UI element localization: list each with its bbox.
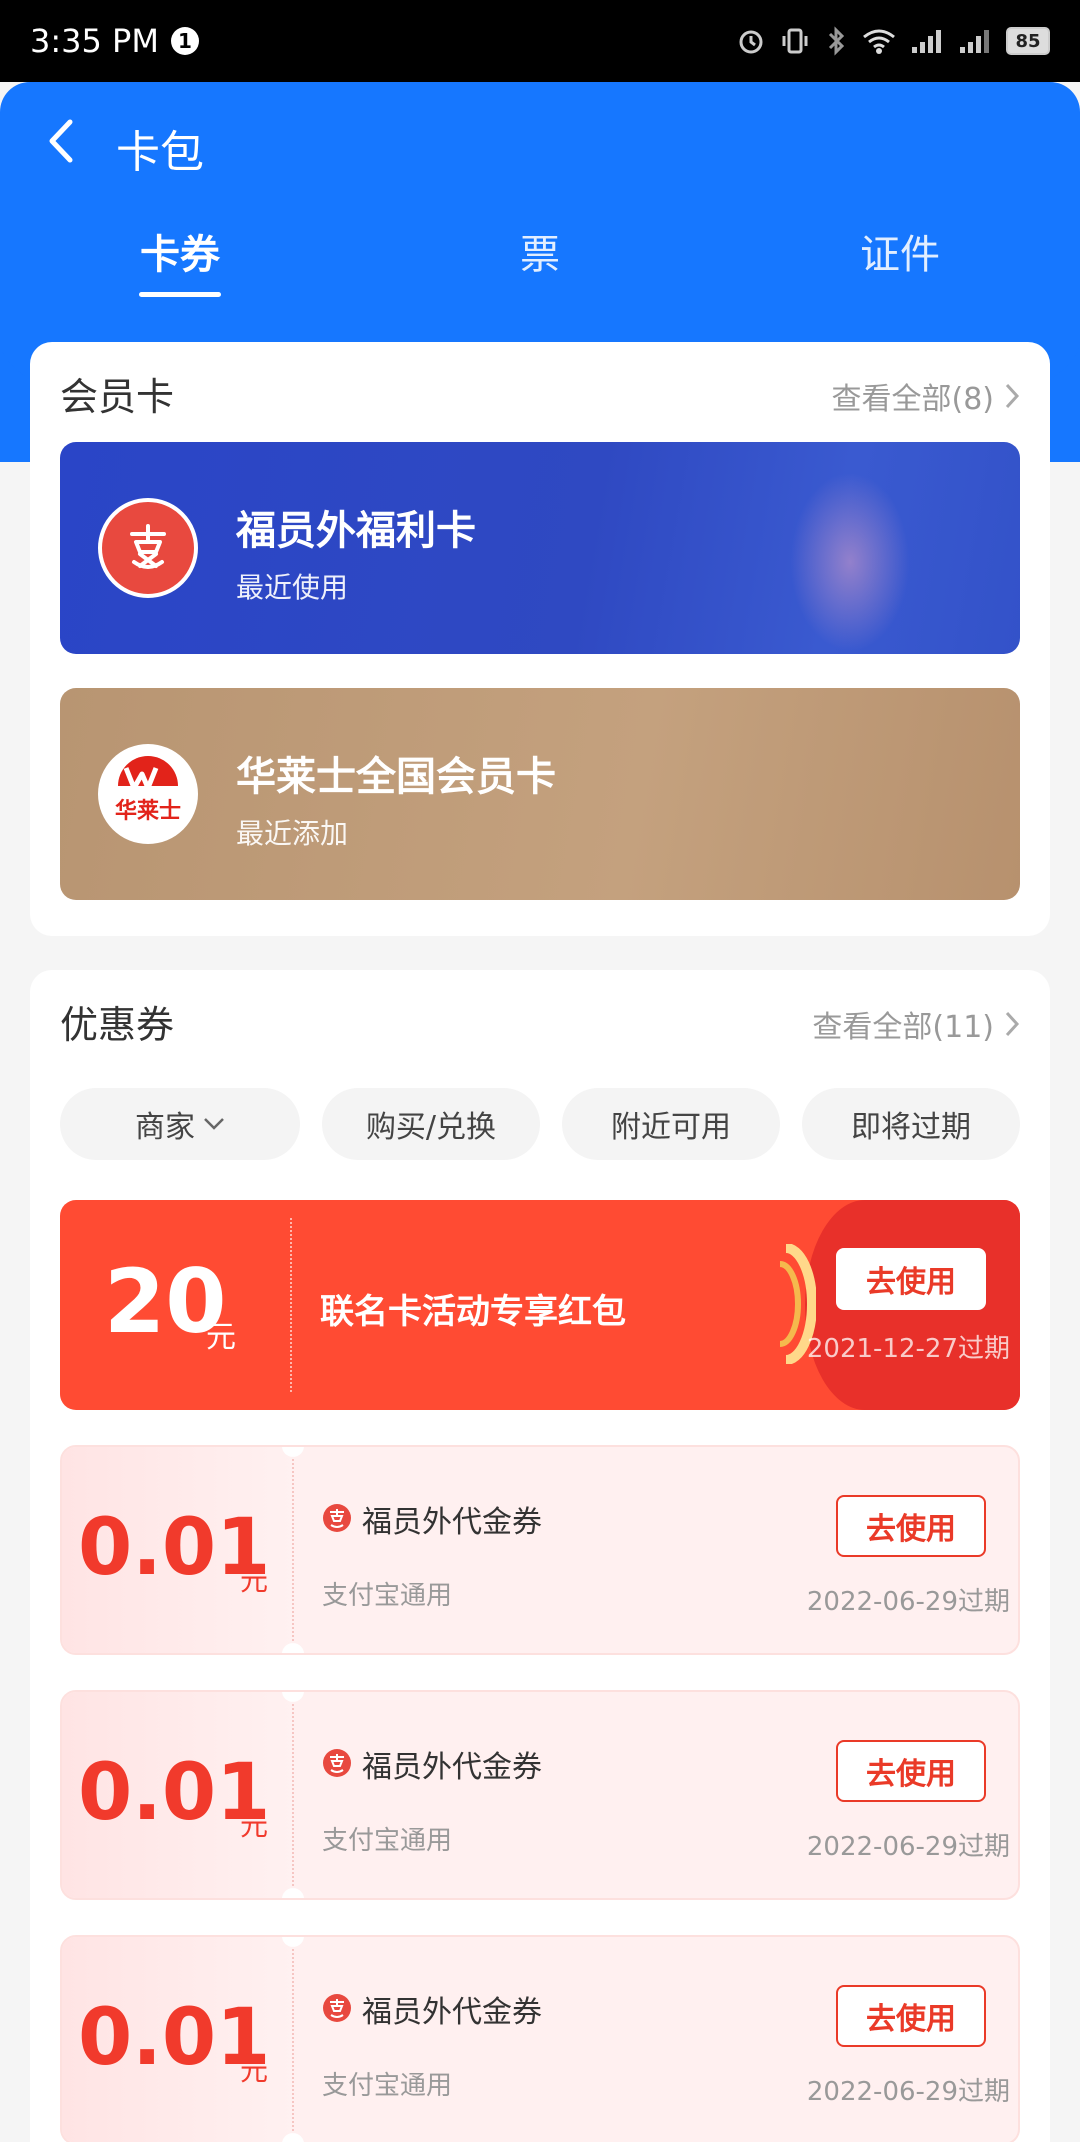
view-all-membership[interactable]: 查看全部(8) [832,374,1021,418]
fuyuanwai-brand-icon [323,1504,351,1532]
coupon-notch [282,1888,304,1898]
chevron-down-icon [204,1118,224,1130]
coupon-title: 福员外代金券 [362,1750,542,1785]
filter-purchase-exchange[interactable]: 购买/兑换 [322,1088,540,1160]
view-all-label: 查看全部(11) [812,1010,994,1045]
tab-bar: 卡券 票 证件 [0,222,1080,302]
view-all-label: 查看全部(8) [831,382,995,417]
tab-label: 票 [520,232,560,278]
coupon-item[interactable]: 0.01 元 福员外代金券 支付宝通用 去使用 2022-06-29过期 [60,1445,1020,1655]
tab-cards-coupons[interactable]: 卡券 [80,222,280,297]
fuyuanwai-brand-icon [323,1994,351,2022]
tab-label: 证件 [860,232,940,278]
fuyuanwai-brand-icon [323,1749,351,1777]
coupon-unit: 元 [240,1809,269,1842]
chevron-right-icon [1005,383,1020,409]
chevron-right-icon [1005,1011,1020,1037]
section-title: 优惠券 [60,1003,175,1047]
coupon-divider [292,1447,294,1653]
coupon-featured[interactable]: 20 元 联名卡活动专享红包 去使用 2021-12-27过期 [60,1200,1020,1410]
coupon-subtitle: 支付宝通用 [322,1581,453,1611]
member-card-wallace[interactable]: 华莱士 华莱士全国会员卡 最近添加 [60,688,1020,900]
use-coupon-button[interactable]: 去使用 [836,1740,986,1802]
coupon-expire: 2022-06-29过期 [806,1832,1010,1862]
coupon-notch [282,1643,304,1653]
tab-label: 卡券 [140,232,220,278]
chip-label: 商家 [135,1110,195,1145]
coupon-expire: 2022-06-29过期 [806,1587,1010,1617]
coupon-header: 优惠券 查看全部(11) [30,970,1050,1070]
wallace-logo: 华莱士 [98,744,198,844]
page-title: 卡包 [116,127,204,178]
view-all-coupons[interactable]: 查看全部(11) [812,1002,1020,1046]
signal-icon [912,30,941,53]
notification-badge: 1 [170,27,199,55]
card-decoration [790,472,910,652]
status-bar: 3:35 PM 1 85 [0,0,1080,82]
use-coupon-button[interactable]: 去使用 [836,1495,986,1557]
fuyuanwai-logo-icon [130,524,166,569]
use-coupon-button[interactable]: 去使用 [836,1985,986,2047]
coupon-title: 福员外代金券 [362,1505,542,1540]
card-name: 华莱士全国会员卡 [236,754,556,800]
filter-chips: 商家 购买/兑换 附近可用 即将过期 [60,1088,1020,1160]
coupon-unit: 元 [240,2054,269,2087]
membership-header: 会员卡 查看全部(8) [30,342,1050,442]
nav-bar: 卡包 [0,100,1080,180]
signal-icon-2 [960,30,989,53]
alarm-icon [739,30,763,54]
wifi-icon [863,29,895,54]
coupon-item[interactable]: 0.01 元 福员外代金券 支付宝通用 去使用 2022-06-29过期 [60,1690,1020,1900]
tab-documents[interactable]: 证件 [800,222,1000,280]
status-left: 3:35 PM 1 [30,22,199,60]
vibrate-icon [782,28,808,54]
coupon-title: 联名卡活动专享红包 [320,1292,626,1332]
status-right: 85 [736,26,1050,56]
card-subtitle: 最近使用 [236,571,349,604]
coupon-section: 优惠券 查看全部(11) 商家 购买/兑换 附近可用 即将过期 20 元 联名卡… [30,970,1050,2142]
coupon-subtitle: 支付宝通用 [322,2071,453,2101]
coupon-divider [292,1937,294,2142]
bluetooth-icon [828,26,845,56]
coupon-unit: 元 [240,1564,269,1597]
coupon-notch [282,2133,304,2142]
coupon-unit: 元 [206,1320,236,1355]
tab-active-indicator [139,292,221,297]
chip-label: 附近可用 [611,1110,731,1145]
fuyuanwai-logo [98,498,198,598]
use-coupon-button[interactable]: 去使用 [836,1248,986,1310]
coupon-expire: 2021-12-27过期 [806,1334,1010,1364]
status-time: 3:35 PM [30,22,159,60]
chip-label: 即将过期 [851,1110,971,1145]
member-card-fuyuanwai[interactable]: 福员外福利卡 最近使用 [60,442,1020,654]
card-subtitle: 最近添加 [236,817,349,850]
filter-expiring[interactable]: 即将过期 [802,1088,1020,1160]
coupon-title: 福员外代金券 [362,1995,542,2030]
membership-section: 会员卡 查看全部(8) 福员外福利卡 最近使用 华莱士 华莱士全国会员卡 最近添… [30,342,1050,936]
chip-label: 购买/兑换 [365,1110,497,1145]
card-name: 福员外福利卡 [236,508,476,554]
section-title: 会员卡 [60,375,175,419]
wallace-logo-text: 华莱士 [115,798,181,824]
coupon-divider [290,1218,292,1392]
coupon-item[interactable]: 0.01 元 福员外代金券 支付宝通用 去使用 2022-06-29过期 [60,1935,1020,2142]
coupon-expire: 2022-06-29过期 [806,2077,1010,2107]
coupon-divider [292,1692,294,1898]
wallace-logo-icon: 华莱士 [102,748,194,840]
battery-icon: 85 [1006,27,1050,55]
tab-tickets[interactable]: 票 [440,222,640,280]
coupon-subtitle: 支付宝通用 [322,1826,453,1856]
filter-merchant[interactable]: 商家 [60,1088,300,1160]
filter-nearby[interactable]: 附近可用 [562,1088,780,1160]
back-arrow-icon[interactable] [40,116,88,166]
